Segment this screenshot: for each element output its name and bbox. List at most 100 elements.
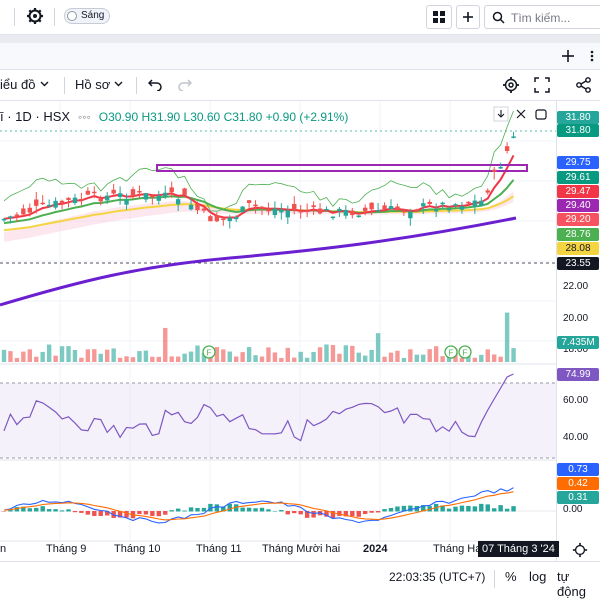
macd-bar	[279, 509, 284, 512]
add-button[interactable]	[456, 5, 480, 29]
time-label: 2024	[363, 543, 388, 555]
close-icon[interactable]	[516, 109, 526, 119]
candle	[66, 197, 71, 200]
volume-bar	[14, 357, 20, 362]
volume-bar	[343, 345, 349, 362]
volume-bar	[298, 351, 303, 362]
candle	[401, 210, 407, 213]
price-chart[interactable]: F F F	[0, 101, 556, 561]
volume-bar	[272, 352, 278, 362]
templates-menu-label[interactable]: Hồ sơ	[75, 77, 110, 92]
layout-grid-button[interactable]	[426, 5, 452, 29]
drag-handle[interactable]	[588, 47, 600, 65]
settings-gear-icon[interactable]	[572, 542, 588, 558]
percent-toggle[interactable]: %	[505, 569, 517, 584]
macd-bar	[124, 511, 129, 518]
new-tab-button[interactable]	[560, 48, 576, 64]
price-tick: 22.00	[563, 281, 589, 292]
candle	[1, 218, 7, 221]
redo-icon[interactable]	[178, 78, 192, 91]
price-tag: 31.80	[557, 124, 599, 137]
candle	[266, 209, 271, 212]
candle	[130, 189, 136, 196]
volume-bar	[414, 354, 419, 362]
macd-tick: 0.00	[563, 504, 583, 515]
candle	[343, 209, 349, 216]
undo-icon[interactable]	[148, 78, 162, 91]
macd-bar	[504, 508, 510, 512]
fullscreen-icon[interactable]	[534, 77, 550, 93]
macd-bar	[72, 511, 78, 513]
indicators-menu-label[interactable]: iểu đồ	[0, 77, 35, 92]
candle	[240, 206, 245, 212]
candle	[117, 193, 123, 197]
plus-icon	[463, 12, 473, 22]
volume-bar	[169, 356, 174, 362]
candle	[253, 204, 258, 207]
candle	[504, 146, 510, 151]
macd-bar	[466, 505, 471, 512]
macd-bar	[27, 508, 32, 512]
auto-scale-toggle[interactable]: tự động	[557, 569, 600, 599]
log-toggle[interactable]: log	[529, 569, 546, 584]
candle	[156, 195, 161, 201]
volume-bar	[1, 349, 7, 362]
volume-tag: 7.435M	[557, 336, 599, 349]
volume-bar	[195, 345, 200, 362]
volume-bar	[111, 348, 116, 362]
volume-bar	[440, 356, 445, 362]
macd-bar	[479, 503, 484, 512]
legend: ī · 1D · HSX ◦◦◦ O30.90 H31.90 L30.60 C3…	[0, 109, 348, 124]
volume-bar	[472, 357, 478, 362]
volume-bar	[337, 353, 342, 362]
share-icon[interactable]	[575, 76, 593, 94]
macd-bar	[453, 506, 458, 512]
macd-bar	[163, 511, 168, 515]
macd-bar	[485, 504, 490, 512]
candle	[8, 216, 13, 218]
macd-bar	[395, 506, 400, 512]
chart-tabs-bar	[0, 43, 600, 70]
time-label: Tháng Ha	[433, 543, 482, 555]
svg-text:F: F	[449, 349, 454, 358]
time-label: Tháng 10	[114, 543, 161, 555]
volume-bar	[511, 348, 516, 362]
theme-toggle[interactable]: Sáng	[64, 8, 110, 24]
change-value: +0.90 (+2.91%)	[265, 110, 349, 124]
time-label: Tháng 9	[46, 543, 87, 555]
menu-divider	[136, 77, 137, 94]
macd-tag: 0.42	[557, 477, 599, 490]
candle	[111, 189, 116, 194]
close-value: C31.80	[223, 110, 263, 124]
volume-bar	[395, 350, 400, 362]
symbol-label[interactable]: ī · 1D · HSX	[0, 109, 70, 124]
macd-bar	[92, 511, 97, 517]
volume-bar	[53, 355, 58, 362]
macd-bar	[150, 511, 155, 517]
settings-gear-icon[interactable]	[26, 7, 44, 25]
volume-bar	[72, 350, 78, 362]
resistance-zone[interactable]	[156, 164, 528, 172]
candle	[369, 202, 374, 210]
volume-bar	[498, 356, 503, 362]
macd-bar	[46, 509, 52, 512]
maximize-icon[interactable]	[535, 109, 547, 120]
volume-bar	[240, 352, 245, 362]
candle	[201, 208, 207, 211]
search-input[interactable]: Tìm kiếm...	[484, 5, 600, 29]
top-bar: Sáng Tìm kiếm...	[0, 0, 600, 35]
dots-icon[interactable]: ◦◦◦	[73, 110, 95, 124]
candle	[259, 206, 265, 209]
candle	[124, 199, 129, 205]
volume-bar	[421, 354, 426, 362]
svg-text:F: F	[463, 349, 468, 358]
settings-gear-icon[interactable]	[502, 76, 520, 94]
status-bar: 22:03:35 (UTC+7) % log tự động	[0, 561, 600, 601]
candle	[175, 199, 181, 205]
candle	[427, 201, 432, 204]
macd-bar	[98, 511, 103, 516]
rsi-band	[0, 383, 556, 458]
candle	[485, 190, 490, 193]
rsi-tick: 40.00	[563, 432, 589, 443]
candle	[285, 210, 290, 218]
